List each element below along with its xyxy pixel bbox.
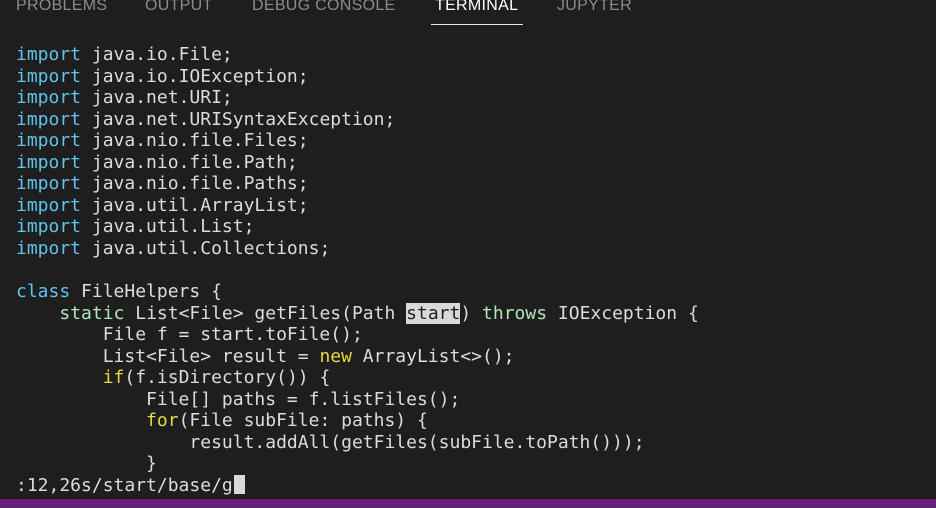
code-line-result: List<File> result = new ArrayList<>();	[16, 346, 515, 367]
throws-keyword: throws	[482, 303, 548, 324]
code-line-import-7: import java.nio.file.Paths;	[16, 173, 309, 194]
code-line-close-brace: }	[16, 453, 157, 474]
import-path: java.nio.file.Path;	[81, 152, 298, 173]
code-line-import-3: import java.net.URI;	[16, 87, 233, 108]
code-line-import-8: import java.util.ArrayList;	[16, 195, 309, 216]
tab-problems[interactable]: PROBLEMS	[16, 0, 107, 23]
code-line-for: for(File subFile: paths) {	[16, 410, 428, 431]
for-header: (File subFile: paths) {	[178, 410, 428, 431]
import-keyword: import	[16, 238, 82, 259]
terminal-area[interactable]: import java.io.File; import java.io.IOEx…	[0, 26, 936, 500]
import-keyword: import	[16, 173, 82, 194]
result-constructor: ArrayList<>();	[351, 346, 515, 367]
method-signature: List<File> getFiles(Path	[124, 303, 407, 324]
for-keyword: for	[146, 410, 179, 431]
import-keyword: import	[16, 87, 82, 108]
vim-command-text: :12,26s/start/base/g	[16, 475, 233, 496]
code-line-import-9: import java.util.List;	[16, 216, 254, 237]
import-keyword: import	[16, 109, 82, 130]
code-line-import-2: import java.io.IOException;	[16, 66, 309, 87]
result-declaration: List<File> result =	[16, 346, 320, 367]
new-keyword: new	[319, 346, 352, 367]
panel-tab-bar: PROBLEMS OUTPUT DEBUG CONSOLE TERMINAL J…	[0, 0, 936, 26]
if-keyword: if	[102, 367, 125, 388]
import-keyword: import	[16, 195, 82, 216]
text-cursor	[233, 475, 245, 494]
code-line-import-6: import java.nio.file.Path;	[16, 152, 298, 173]
import-keyword: import	[16, 130, 82, 151]
class-declaration: FileHelpers {	[70, 281, 222, 302]
tab-output[interactable]: OUTPUT	[145, 0, 213, 23]
import-path: java.nio.file.Files;	[81, 130, 309, 151]
import-path: java.nio.file.Paths;	[81, 173, 309, 194]
vscode-panel: PROBLEMS OUTPUT DEBUG CONSOLE TERMINAL J…	[0, 0, 936, 508]
code-line-import-10: import java.util.Collections;	[16, 238, 330, 259]
import-path: java.util.List;	[81, 216, 255, 237]
code-line-paths: File[] paths = f.listFiles();	[16, 389, 461, 410]
class-keyword: class	[16, 281, 71, 302]
code-line-file-f: File f = start.toFile();	[16, 324, 363, 345]
import-path: java.util.Collections;	[81, 238, 331, 259]
import-keyword: import	[16, 152, 82, 173]
search-match-highlight: start	[406, 303, 461, 324]
if-condition: (f.isDirectory()) {	[124, 367, 331, 388]
code-line-if: if(f.isDirectory()) {	[16, 367, 331, 388]
import-path: java.util.ArrayList;	[81, 195, 309, 216]
import-keyword: import	[16, 44, 82, 65]
import-path: java.io.IOException;	[81, 66, 309, 87]
code-line-import-4: import java.net.URISyntaxException;	[16, 109, 395, 130]
status-bar	[0, 499, 936, 508]
method-signature-close: )	[460, 303, 483, 324]
code-line-method: static List<File> getFiles(Path start) t…	[16, 303, 699, 324]
code-line-import-1: import java.io.File;	[16, 44, 233, 65]
code-line-addall: result.addAll(getFiles(subFile.toPath())…	[16, 432, 645, 453]
import-path: java.io.File;	[81, 44, 233, 65]
code-line-class: class FileHelpers {	[16, 281, 222, 302]
vim-command-line[interactable]: :12,26s/start/base/g	[16, 475, 245, 496]
tab-jupyter[interactable]: JUPYTER	[557, 0, 632, 23]
import-keyword: import	[16, 216, 82, 237]
code-line-import-5: import java.nio.file.Files;	[16, 130, 309, 151]
import-keyword: import	[16, 66, 82, 87]
tab-debug-console[interactable]: DEBUG CONSOLE	[252, 0, 396, 23]
static-keyword: static	[59, 303, 125, 324]
exception-type: IOException {	[547, 303, 699, 324]
tab-terminal[interactable]: TERMINAL	[435, 0, 518, 23]
import-path: java.net.URI;	[81, 87, 233, 108]
import-path: java.net.URISyntaxException;	[81, 109, 396, 130]
active-tab-indicator	[431, 24, 523, 25]
